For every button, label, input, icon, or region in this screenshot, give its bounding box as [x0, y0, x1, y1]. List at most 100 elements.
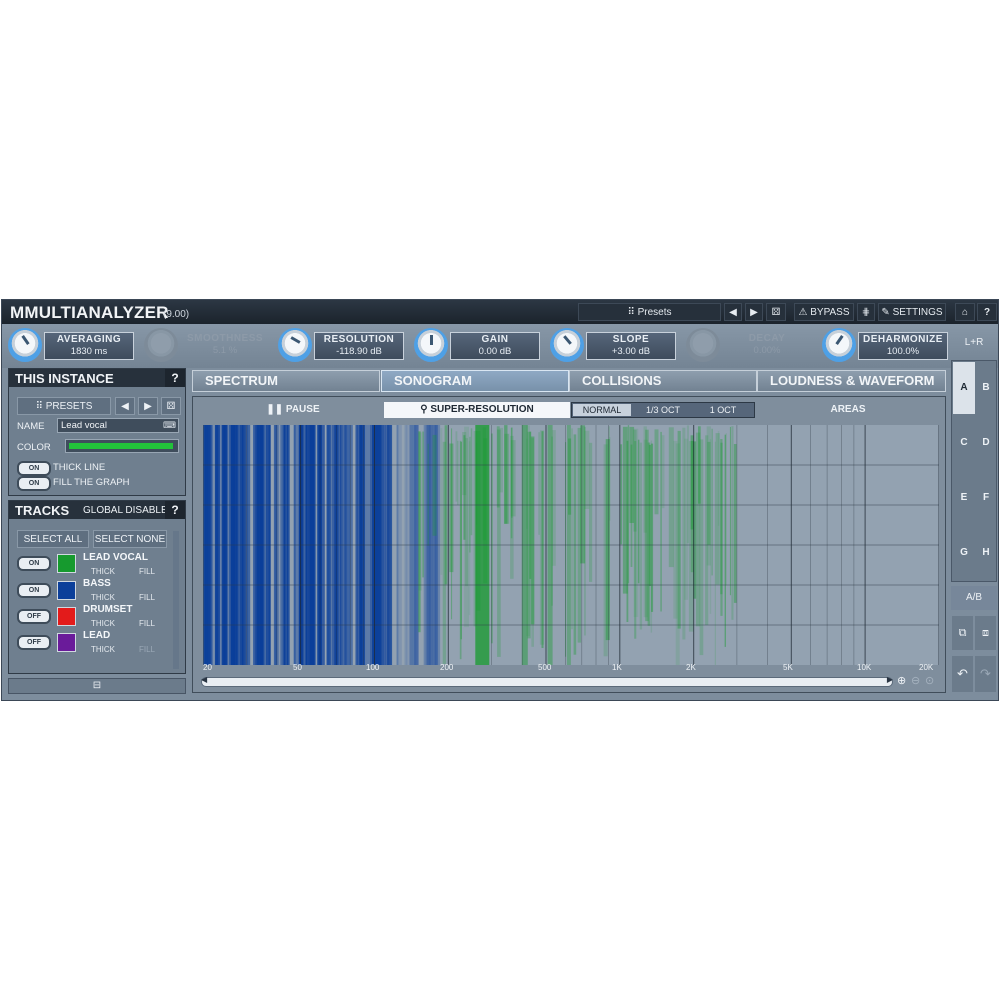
slot-b[interactable]: B [975, 362, 997, 414]
thick-line-toggle[interactable]: ON [17, 461, 51, 476]
presets-button[interactable]: ⠿ Presets [578, 303, 721, 321]
tracks-help-button[interactable]: ? [165, 501, 185, 519]
settings-button[interactable]: ✎ SETTINGS [878, 303, 946, 321]
track-toggle[interactable]: OFF [17, 635, 51, 650]
smoothness-param[interactable]: SMOOTHNESS 5.1 % [180, 332, 270, 360]
mode-third-octave[interactable]: 1/3 OCT [634, 404, 692, 416]
routing-button[interactable]: ⋕ [857, 303, 875, 321]
resolution-knob[interactable] [278, 328, 312, 362]
copy-icon[interactable]: ⧉ [952, 616, 973, 650]
routing-icon: ⋕ [861, 307, 871, 318]
ab-compare-button[interactable]: A/B [951, 586, 997, 610]
slope-knob[interactable] [550, 328, 584, 362]
tab-spectrum[interactable]: SPECTRUM [192, 370, 380, 392]
deharmonize-param[interactable]: DEHARMONIZE 100.0% [858, 332, 948, 360]
mode-octave[interactable]: 1 OCT [694, 404, 752, 416]
mode-normal[interactable]: NORMAL [573, 404, 631, 416]
scroll-left-icon[interactable]: ◀ [201, 675, 207, 684]
slot-e[interactable]: E [953, 472, 975, 524]
track-color-swatch[interactable] [57, 633, 76, 652]
slot-d[interactable]: D [975, 417, 997, 469]
track-fill-option[interactable]: FILL [139, 645, 155, 654]
select-all-button[interactable]: SELECT ALL [17, 530, 89, 548]
slot-g[interactable]: G [953, 527, 975, 579]
averaging-knob[interactable] [8, 328, 42, 362]
name-field[interactable]: Lead vocal ⌨ [57, 418, 179, 433]
pause-button[interactable]: ❚❚ PAUSE [253, 402, 333, 418]
track-fill-option[interactable]: FILL [139, 567, 155, 576]
collapse-panel-button[interactable]: ⊟ [8, 678, 186, 694]
super-resolution-button[interactable]: ⚲ SUPER-RESOLUTION [384, 402, 570, 418]
instance-prev-button[interactable]: ◀ [115, 397, 135, 415]
track-thick-option[interactable]: THICK [91, 619, 115, 628]
home-button[interactable]: ⌂ [955, 303, 975, 321]
smoothness-knob[interactable] [144, 328, 178, 362]
channel-selector[interactable]: L+R [951, 330, 997, 356]
paste-icon[interactable]: ⧈ [975, 616, 996, 650]
track-toggle[interactable]: ON [17, 583, 51, 598]
keyboard-icon[interactable]: ⌨ [163, 420, 176, 431]
track-toggle[interactable]: OFF [17, 609, 51, 624]
redo-icon[interactable]: ↷ [975, 656, 996, 692]
instance-next-button[interactable]: ▶ [138, 397, 158, 415]
track-color-swatch[interactable] [57, 554, 76, 573]
bypass-button[interactable]: ⚠ BYPASS [794, 303, 854, 321]
sonogram-display[interactable] [203, 425, 939, 665]
averaging-param[interactable]: AVERAGING 1830 ms [44, 332, 134, 360]
slot-h[interactable]: H [975, 527, 997, 579]
slot-c[interactable]: C [953, 417, 975, 469]
vocal-energy-streak [504, 433, 510, 524]
decay-knob[interactable] [686, 328, 720, 362]
zoom-out-icon[interactable]: ⊖ [911, 674, 920, 687]
slope-param[interactable]: SLOPE +3.00 dB [586, 332, 676, 360]
track-thick-option[interactable]: THICK [91, 593, 115, 602]
select-none-button[interactable]: SELECT NONE [93, 530, 167, 548]
tab-loudness-waveform[interactable]: LOUDNESS & WAVEFORM [757, 370, 946, 392]
next-preset-button[interactable]: ▶ [745, 303, 763, 321]
this-instance-help-button[interactable]: ? [165, 369, 185, 387]
instance-presets-label: PRESETS [45, 401, 93, 412]
color-picker[interactable] [65, 439, 179, 453]
deharmonize-knob[interactable] [822, 328, 856, 362]
frequency-tick-label: 200 [440, 663, 454, 672]
help-button[interactable]: ? [977, 303, 997, 321]
gain-knob[interactable] [414, 328, 448, 362]
track-fill-option[interactable]: FILL [139, 593, 155, 602]
resolution-param[interactable]: RESOLUTION -118.90 dB [314, 332, 404, 360]
track-thick-option[interactable]: THICK [91, 567, 115, 576]
fill-graph-toggle[interactable]: ON [17, 476, 51, 491]
deharmonize-value: 100.0% [886, 346, 920, 357]
instance-random-button[interactable]: ⚄ [161, 397, 181, 415]
settings-label: SETTINGS [892, 307, 943, 318]
tracks-scrollbar[interactable] [173, 531, 179, 669]
smoothness-label: SMOOTHNESS [186, 333, 264, 344]
instance-presets-button[interactable]: ⠿ PRESETS [17, 397, 111, 415]
collapse-icon: ⊟ [92, 680, 102, 691]
vocal-energy-streak [451, 428, 453, 620]
vocal-energy-streak [695, 432, 701, 627]
scroll-right-icon[interactable]: ▶ [887, 675, 893, 684]
grid-icon: ⠿ [35, 401, 46, 412]
zoom-reset-icon[interactable]: ⊙ [925, 674, 934, 687]
decay-param[interactable]: DECAY 0.00% [722, 332, 812, 360]
track-fill-option[interactable]: FILL [139, 619, 155, 628]
slot-f[interactable]: F [975, 472, 997, 524]
track-thick-option[interactable]: THICK [91, 645, 115, 654]
areas-button[interactable]: AREAS [803, 402, 893, 418]
tab-sonogram[interactable]: SONOGRAM [381, 370, 569, 392]
gain-param[interactable]: GAIN 0.00 dB [450, 332, 540, 360]
undo-icon[interactable]: ↶ [952, 656, 973, 692]
randomize-button[interactable]: ⚄ [766, 303, 786, 321]
horizontal-scrollbar[interactable]: ◀ ▶ [201, 675, 893, 687]
resolution-mode-selector: NORMAL 1/3 OCT 1 OCT [571, 402, 755, 418]
prev-preset-button[interactable]: ◀ [724, 303, 742, 321]
track-toggle[interactable]: ON [17, 556, 51, 571]
track-color-swatch[interactable] [57, 607, 76, 626]
zoom-in-icon[interactable]: ⊕ [897, 674, 906, 687]
global-disable-button[interactable]: GLOBAL DISABLE [83, 505, 168, 516]
slot-a[interactable]: A [953, 362, 975, 414]
vocal-energy-streak [427, 443, 429, 546]
tab-collisions[interactable]: COLLISIONS [569, 370, 757, 392]
track-color-swatch[interactable] [57, 581, 76, 600]
thick-line-label: THICK LINE [53, 462, 106, 473]
